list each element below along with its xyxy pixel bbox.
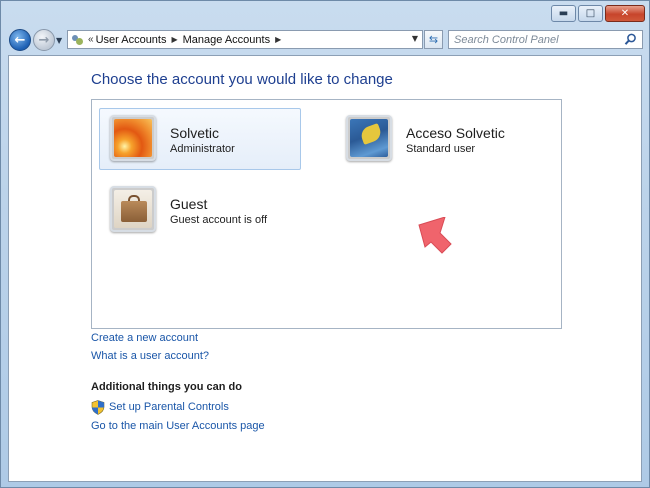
account-name: Solvetic bbox=[170, 125, 220, 141]
address-overflow-chevron[interactable]: « bbox=[88, 34, 94, 45]
account-name: Acceso Solvetic bbox=[406, 125, 505, 141]
breadcrumb-manage-accounts[interactable]: Manage Accounts bbox=[183, 34, 270, 46]
refresh-button[interactable]: ⇆ bbox=[424, 30, 443, 49]
address-bar[interactable]: « User Accounts ▶ Manage Accounts ▶ ▼ bbox=[67, 30, 423, 49]
back-arrow-icon: ← bbox=[14, 32, 26, 48]
breadcrumb-separator-icon[interactable]: ▶ bbox=[171, 35, 177, 44]
minimize-button[interactable]: ▬ bbox=[551, 5, 576, 22]
search-input[interactable] bbox=[454, 32, 614, 47]
close-icon: ✕ bbox=[620, 8, 630, 19]
address-dropdown-icon[interactable]: ▼ bbox=[412, 34, 418, 43]
account-name: Guest bbox=[170, 196, 208, 212]
account-type: Guest account is off bbox=[170, 214, 268, 226]
accounts-panel: Solvetic Administrator Acceso Solvetic S… bbox=[91, 99, 562, 329]
breadcrumb-separator-icon[interactable]: ▶ bbox=[275, 35, 281, 44]
forward-button[interactable]: → bbox=[33, 29, 55, 51]
account-picture-leaf-icon bbox=[346, 115, 392, 161]
content-area: Choose the account you would like to cha… bbox=[8, 55, 642, 482]
user-accounts-icon bbox=[71, 34, 85, 46]
recent-pages-dropdown[interactable]: ▼ bbox=[56, 36, 62, 45]
account-type: Standard user bbox=[406, 143, 476, 155]
create-new-account-link[interactable]: Create a new account bbox=[91, 332, 198, 344]
forward-arrow-icon: → bbox=[38, 32, 50, 48]
account-tile-acceso-solvetic[interactable]: Acceso Solvetic Standard user bbox=[335, 108, 537, 170]
maximize-button[interactable]: □ bbox=[578, 5, 603, 22]
refresh-icon: ⇆ bbox=[428, 33, 439, 46]
back-button[interactable]: ← bbox=[9, 29, 31, 51]
what-is-user-account-link[interactable]: What is a user account? bbox=[91, 350, 209, 362]
parental-controls-link[interactable]: Set up Parental Controls bbox=[109, 401, 229, 413]
maximize-icon: □ bbox=[585, 8, 596, 19]
window-controls: ▬ □ ✕ bbox=[549, 5, 645, 22]
navigation-bar: ← → ▼ « User Accounts ▶ Manage Accounts … bbox=[1, 27, 649, 53]
additional-things-heading: Additional things you can do bbox=[91, 381, 242, 393]
search-icon[interactable] bbox=[624, 33, 637, 46]
account-tile-solvetic[interactable]: Solvetic Administrator bbox=[99, 108, 301, 170]
account-picture-flower-icon bbox=[110, 115, 156, 161]
uac-shield-icon bbox=[91, 400, 105, 415]
account-picture-briefcase-icon bbox=[110, 186, 156, 232]
main-user-accounts-page-link[interactable]: Go to the main User Accounts page bbox=[91, 420, 265, 432]
account-type: Administrator bbox=[170, 143, 235, 155]
close-button[interactable]: ✕ bbox=[605, 5, 645, 22]
page-title: Choose the account you would like to cha… bbox=[91, 71, 393, 88]
search-box[interactable] bbox=[448, 30, 643, 49]
window-frame: ▬ □ ✕ ← → ▼ « User Accounts ▶ Manage Acc… bbox=[0, 0, 650, 488]
minimize-icon: ▬ bbox=[558, 8, 569, 19]
account-tile-guest[interactable]: Guest Guest account is off bbox=[99, 179, 301, 241]
title-bar: ▬ □ ✕ bbox=[1, 1, 649, 27]
breadcrumb-user-accounts[interactable]: User Accounts bbox=[96, 34, 167, 46]
pointer-arrow-icon bbox=[418, 217, 452, 254]
